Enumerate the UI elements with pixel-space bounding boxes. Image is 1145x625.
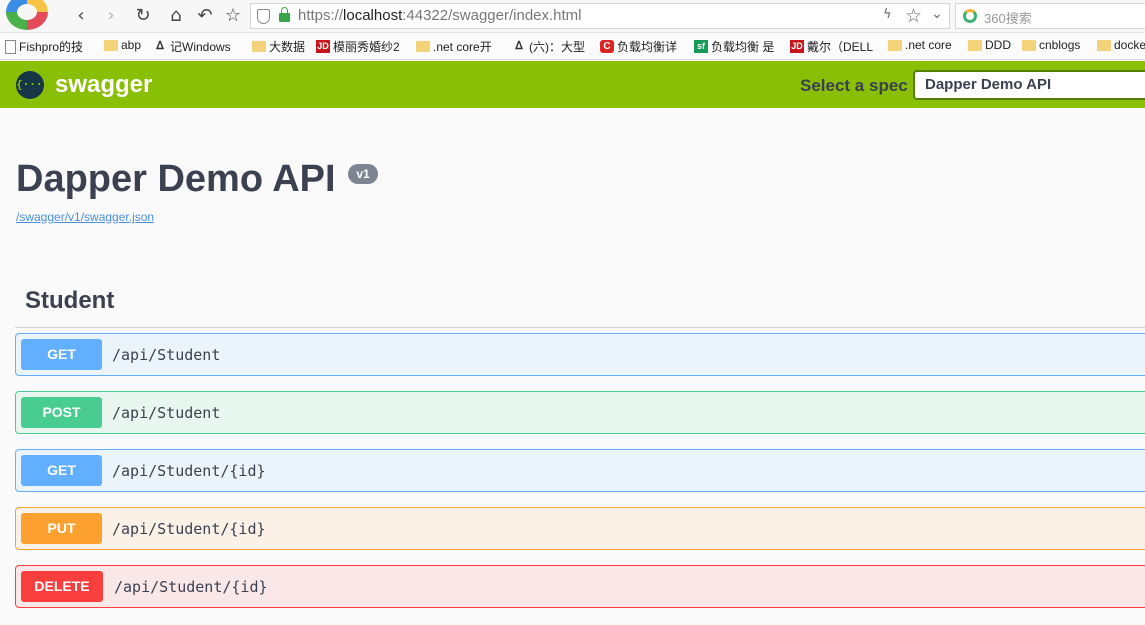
bookmark-label: .net core开 [433, 40, 492, 54]
bookmark-item[interactable]: JD 模丽秀婚纱2 [316, 38, 400, 55]
bookmark-item[interactable]: ᐃ (六)：大型 [512, 38, 585, 55]
bookmark-item[interactable]: abp [104, 38, 141, 52]
bolt-icon[interactable]: ϟ [883, 7, 892, 22]
folder-icon [888, 39, 902, 51]
operation-path[interactable]: /api/Student/{id} [114, 578, 268, 596]
bookmark-label: 大数据 [269, 40, 306, 54]
undo-close-icon[interactable]: ↶ [194, 4, 216, 28]
spec-label: Select a spec [800, 76, 908, 95]
spec-select[interactable]: Dapper Demo API [913, 70, 1145, 100]
bookmark-label: 模丽秀婚纱2 [333, 40, 400, 54]
browser-logo-icon[interactable] [6, 0, 48, 30]
folder-icon [252, 41, 266, 52]
search-placeholder: 360搜索 [984, 11, 1032, 26]
folder-icon [1097, 39, 1111, 51]
version-badge: v1 [348, 164, 378, 184]
swagger-brand[interactable]: swagger [55, 71, 152, 99]
forward-icon[interactable]: › [100, 4, 122, 28]
bookmark-label: 负载均衡 是 [711, 40, 775, 54]
operation-get-row[interactable]: GET/api/Student [15, 333, 1145, 376]
site-favicon-icon: JD [790, 40, 804, 53]
method-badge-get[interactable]: GET [21, 339, 102, 370]
url-scheme: https:// [298, 7, 344, 24]
bookmark-item[interactable]: docke [1097, 38, 1145, 52]
bookmark-label: cnblogs [1039, 38, 1081, 52]
url-rest: :44322/swagger/index.html [402, 7, 582, 24]
folder-icon [1022, 39, 1036, 51]
bookmark-item[interactable]: Fishpro的技 [5, 38, 83, 55]
favorites-star-icon[interactable]: ☆ [222, 4, 244, 28]
site-favicon-icon: C [600, 40, 614, 53]
folder-icon [104, 39, 118, 51]
bookmark-label: Fishpro的技 [19, 40, 84, 54]
bookmark-item[interactable]: sf 负载均衡 是 [694, 38, 774, 55]
browser-toolbar: ‹ › ↻ ⌂ ↶ ☆ https://localhost:44322/swag… [0, 0, 1145, 33]
bookmark-label: abp [121, 38, 142, 52]
spec-json-link[interactable]: /swagger/v1/swagger.json [16, 210, 154, 224]
lock-icon [279, 7, 290, 22]
api-title: Dapper Demo API [16, 158, 336, 200]
bookmark-item[interactable]: .net core开 [416, 38, 492, 55]
method-badge-get[interactable]: GET [21, 455, 102, 486]
bookmark-label: 记Windows [170, 40, 231, 54]
home-icon[interactable]: ⌂ [165, 4, 187, 28]
operation-put-row[interactable]: PUT/api/Student/{id} [15, 507, 1145, 550]
operation-path[interactable]: /api/Student [112, 404, 220, 422]
reload-icon[interactable]: ↻ [132, 4, 154, 28]
bookmark-label: DDD [985, 38, 1011, 52]
site-favicon-icon: JD [316, 40, 330, 53]
bookmark-label: docke [1114, 38, 1145, 52]
bookmark-label: 负载均衡详 [617, 40, 678, 54]
swagger-logo-icon[interactable]: {···} [16, 71, 49, 99]
bookmark-label: 戴尔（DELL [807, 40, 874, 54]
folder-icon [416, 41, 430, 52]
bookmark-item[interactable]: .net core [888, 38, 952, 52]
operation-post-row[interactable]: POST/api/Student [15, 391, 1145, 434]
operation-path[interactable]: /api/Student [112, 346, 220, 364]
site-favicon-icon: sf [694, 40, 708, 53]
method-badge-post[interactable]: POST [21, 397, 102, 428]
address-bar[interactable]: https://localhost:44322/swagger/index.ht… [250, 3, 950, 29]
bookmark-item[interactable]: cnblogs [1022, 38, 1080, 52]
divider [15, 327, 1145, 328]
chevron-down-icon[interactable]: ⌄ [931, 6, 943, 22]
tag-student-header[interactable]: Student [25, 287, 114, 315]
operation-path[interactable]: /api/Student/{id} [112, 462, 266, 480]
method-badge-delete[interactable]: DELETE [21, 571, 103, 602]
operation-delete-row[interactable]: DELETE/api/Student/{id} [15, 565, 1145, 608]
search-engine-icon [963, 9, 977, 23]
url-text[interactable]: https://localhost:44322/swagger/index.ht… [298, 7, 582, 24]
bookmark-item[interactable]: ᐃ 记Windows [153, 38, 231, 55]
swagger-topbar: {···} swagger Select a spec Dapper Demo … [0, 61, 1145, 108]
bookmark-label: .net core [905, 38, 952, 52]
bookmark-star-icon[interactable]: ☆ [905, 5, 922, 27]
bookmark-label: (六)：大型 [529, 40, 585, 54]
operation-path[interactable]: /api/Student/{id} [112, 520, 266, 538]
bookmark-item[interactable]: DDD [968, 38, 1011, 52]
bookmarks-bar: Fishpro的技 abp ᐃ 记Windows 大数据 JD 模丽秀婚纱2 .net cor… [0, 33, 1145, 60]
bookmark-item[interactable]: 大数据 [252, 38, 305, 55]
operation-get-row[interactable]: GET/api/Student/{id} [15, 449, 1145, 492]
bookmark-item[interactable]: JD 戴尔（DELL [790, 38, 873, 55]
back-icon[interactable]: ‹ [70, 4, 92, 28]
search-box[interactable]: 360搜索 [955, 3, 1145, 29]
url-host: localhost [343, 7, 403, 24]
site-favicon-icon: ᐃ [515, 40, 523, 52]
bookmark-item[interactable]: C 负载均衡详 [600, 38, 677, 55]
site-favicon-icon: ᐃ [156, 40, 164, 52]
shield-icon[interactable] [257, 9, 270, 24]
page-icon [5, 39, 16, 54]
method-badge-put[interactable]: PUT [21, 513, 102, 544]
folder-icon [968, 39, 982, 51]
